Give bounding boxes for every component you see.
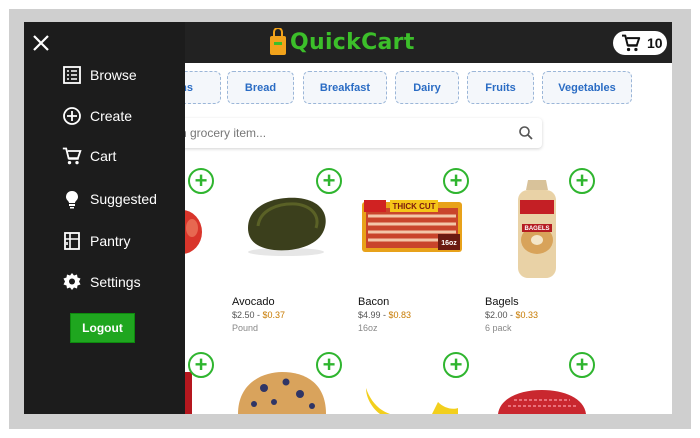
cart-icon [62, 147, 82, 165]
category-chip-fruits[interactable]: Fruits [467, 71, 534, 104]
add-bagels-button[interactable]: + [569, 168, 595, 194]
menu-item-label: Settings [90, 274, 141, 290]
product-image-muffin [234, 372, 330, 414]
product-price: $2.00 - $0.33 [485, 310, 539, 320]
search-bar[interactable]: ch grocery item... [164, 118, 542, 148]
menu-item-label: Suggested [90, 191, 157, 207]
menu-item-settings[interactable]: Settings [62, 271, 141, 293]
category-chip-dairy[interactable]: Dairy [395, 71, 459, 104]
product-image-avocado [238, 188, 334, 258]
category-chip-bread[interactable]: Bread [227, 71, 294, 104]
category-chip-breakfast[interactable]: Breakfast [303, 71, 387, 104]
menu-item-create[interactable]: Create [62, 105, 132, 127]
menu-item-suggested[interactable]: Suggested [62, 188, 157, 210]
product-image-banana [360, 384, 460, 414]
bacon-package-label: THICK CUT [392, 202, 435, 211]
pantry-icon [64, 232, 80, 250]
plus-circle-icon [63, 107, 81, 125]
product-image-bacon: THICK CUT 16oz [360, 198, 464, 256]
add-to-cart-button[interactable]: + [188, 168, 214, 194]
product-name: Bacon [358, 296, 390, 308]
gear-icon [63, 273, 81, 290]
menu-item-label: Browse [90, 67, 137, 83]
cart-icon [622, 34, 641, 52]
menu-item-label: Cart [90, 148, 117, 164]
device-screen: QuickCart 10 ins Bread Breakfast Dairy F… [24, 22, 672, 414]
product-image-bagels: BAGELS [514, 178, 560, 282]
product-unit: 6 pack [485, 323, 512, 333]
product-unit: Pound [232, 323, 259, 333]
product-price: $2.50 - $0.37 [232, 310, 286, 320]
product-name: Avocado [232, 296, 275, 308]
app-logo[interactable]: QuickCart [268, 27, 415, 57]
close-icon[interactable] [32, 34, 50, 52]
add-to-cart-button[interactable]: + [443, 352, 469, 378]
cart-count-badge: 10 [647, 35, 663, 51]
product-image-ground-beef [494, 384, 590, 414]
search-icon[interactable] [518, 125, 534, 141]
shopping-bag-icon [270, 28, 286, 55]
bacon-size-label: 16oz [441, 240, 457, 247]
product-unit: 16oz [358, 323, 378, 333]
app-name: QuickCart [290, 29, 415, 55]
menu-item-pantry[interactable]: Pantry [62, 230, 130, 252]
browse-icon [63, 66, 81, 84]
cart-button[interactable]: 10 [613, 31, 667, 55]
logout-button[interactable]: Logout [70, 313, 135, 343]
lightbulb-icon [66, 191, 78, 209]
menu-item-label: Pantry [90, 233, 131, 249]
add-bacon-button[interactable]: + [443, 168, 469, 194]
category-chip-vegetables[interactable]: Vegetables [542, 71, 632, 104]
add-to-cart-button[interactable]: + [188, 352, 214, 378]
bagels-package-label: BAGELS [524, 226, 549, 232]
menu-item-label: Create [90, 108, 133, 124]
product-grid: + + Avocado $2.50 - $0.37 Pound + THICK … [162, 162, 600, 414]
menu-item-browse[interactable]: Browse [62, 64, 137, 86]
product-price: $4.99 - $0.83 [358, 310, 412, 320]
side-drawer: Browse Create Cart Suggested Pantry Sett… [24, 22, 185, 414]
product-name: Bagels [485, 296, 519, 308]
menu-item-cart[interactable]: Cart [62, 145, 116, 167]
search-input[interactable]: ch grocery item... [174, 126, 266, 140]
add-to-cart-button[interactable]: + [569, 352, 595, 378]
